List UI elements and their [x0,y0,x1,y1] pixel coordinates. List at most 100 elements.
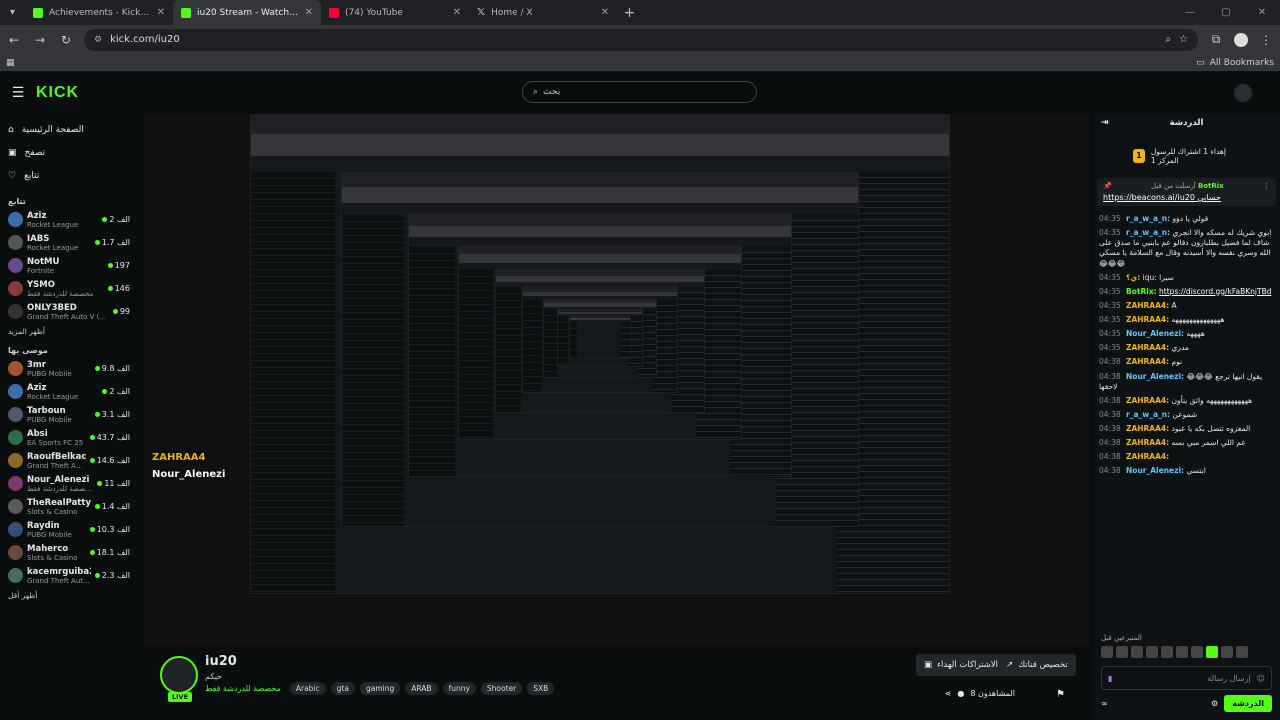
sidebar-channel[interactable]: Maherco Slots & Casino الف 18.1 [0,541,138,564]
close-icon[interactable]: ✕ [305,7,313,18]
emote-icon[interactable] [1146,646,1158,658]
sidebar-item-home[interactable]: ⌂ الصفحة الرئيسية [8,118,130,141]
sidebar-channel[interactable]: Aziz Rocket League الف 2 [0,380,138,403]
message-username[interactable]: r_a_w_a_n: [1126,410,1170,419]
tag[interactable]: Shooter [480,682,523,695]
back-icon[interactable]: ← [6,33,22,47]
tag[interactable]: gta [330,682,355,695]
infinity-icon[interactable]: ∞ [1101,699,1108,708]
message-username[interactable]: ZAHRAA4: [1126,452,1169,461]
minimize-icon[interactable]: — [1172,0,1208,25]
sidebar-channel[interactable]: kacemrguiba213 Grand Theft Auto ... الف … [0,564,138,587]
emote-icon[interactable] [1236,646,1248,658]
message-username[interactable]: ZAHRAA4: [1126,396,1169,405]
send-chat-button[interactable]: الدردشة [1224,695,1272,712]
sidebar-channel[interactable]: ONLY3BED Grand Theft Auto V (G... 99 [0,300,138,323]
hamburger-menu-icon[interactable]: ☰ [0,85,36,101]
maximize-icon[interactable]: ▢ [1208,0,1244,25]
zoom-icon[interactable]: ⌕ [1165,34,1171,45]
sidebar-channel[interactable]: RaoufBelkacemi Grand Theft Auto V الف 14… [0,449,138,472]
search-input[interactable]: ⌕ بحث [522,81,757,103]
show-less-link[interactable]: أظهر أقل [0,587,138,604]
sidebar-item-browse[interactable]: ▣ تصفح [8,141,130,164]
emote-icon[interactable] [1206,646,1218,658]
sidebar-channel[interactable]: Tarboun PUBG Mobile الف 3.1 [0,403,138,426]
emote-icon[interactable] [1161,646,1173,658]
show-more-link[interactable]: أظهر المزيد [0,323,138,340]
sidebar-channel[interactable]: YSMO مخصصة للدردشة فقط 146 [0,277,138,300]
bookmark-star-icon[interactable]: ☆ [1179,34,1188,45]
share-icon[interactable]: ⋖ [945,689,952,698]
message-username[interactable]: ZAHRAA4: [1126,357,1169,366]
emote-icon[interactable] [1101,646,1113,658]
emote-icon[interactable] [1221,646,1233,658]
pinned-link[interactable]: https://beacons.ai/iu20 [1103,193,1195,202]
message-username[interactable]: ZAHRAA4: [1126,301,1169,310]
tag[interactable]: gaming [359,682,401,695]
video-player[interactable]: ZAHRAA4 Nour_Alenezi [144,114,1090,646]
settings-gear-icon[interactable]: ⚙ [1211,699,1218,708]
tag[interactable]: SXB [527,682,555,695]
sidebar-channel[interactable]: 3mr PUBG Mobile الف 9.8 [0,357,138,380]
message-username[interactable]: Nour_Alenezi: [1126,372,1184,381]
reload-icon[interactable]: ↻ [58,33,74,47]
streamer-name[interactable]: iu20 [205,654,237,669]
browser-tab[interactable]: (74) YouTube ✕ [321,0,469,25]
sidebar-channel[interactable]: NotMU Fortnite 197 [0,254,138,277]
message-username[interactable]: ي؟: [1126,273,1140,282]
message-username[interactable]: ZAHRAA4: [1126,315,1169,324]
sidebar-channel[interactable]: Absi EA Sports FC 25 الف 43.7 [0,426,138,449]
emote-icon[interactable] [1176,646,1188,658]
message-username[interactable]: Nour_Alenezi: [1126,466,1184,475]
extensions-icon[interactable]: ⧉ [1208,32,1224,47]
emoji-icon[interactable]: ☺ [1257,674,1265,683]
kick-logo[interactable]: KICK [36,84,79,102]
close-icon[interactable]: ✕ [601,7,609,18]
browser-tab[interactable]: 𝕏 Home / X ✕ [469,0,617,25]
tag[interactable]: ARAB [405,682,438,695]
forward-icon[interactable]: → [32,33,48,47]
more-options-icon[interactable]: ⚑ [1056,689,1065,700]
message-link[interactable]: https://discord.gg/kFaBKnjTBd [1159,287,1271,296]
collapse-chat-icon[interactable]: ⇥ [1101,118,1109,128]
message-username[interactable]: ZAHRAA4: [1126,438,1169,447]
user-avatar[interactable] [1234,84,1252,102]
sidebar-channel[interactable]: IABS Rocket League الف 1.7 [0,231,138,254]
message-username[interactable]: BotRix: [1126,287,1157,296]
customize-channel-button[interactable]: ↗ تخصيص قناتك [998,654,1076,676]
sidebar-channel[interactable]: Aziz Rocket League الف 2 [0,208,138,231]
all-bookmarks-link[interactable]: All Bookmarks [1210,58,1274,68]
browser-tab[interactable]: Achievements - Kick Dashboard ✕ [25,0,173,25]
sidebar-channel[interactable]: Raydin PUBG Mobile الف 10.3 [0,518,138,541]
category-link[interactable]: مخصصة للدردشة فقط [205,684,281,693]
menu-kebab-icon[interactable]: ⋮ [1258,33,1274,47]
close-icon[interactable]: ✕ [157,7,165,18]
new-tab-button[interactable]: + [617,5,642,21]
emote-icon[interactable] [1116,646,1128,658]
sidebar-channel[interactable]: TheRealPatty Slots & Casino الف 1.4 [0,495,138,518]
emote-icon[interactable] [1191,646,1203,658]
gift-subs-button[interactable]: ▣ الاشتراكات الهداء [916,654,1007,676]
message-username[interactable]: r_a_w_a_n: [1126,228,1170,237]
message-username[interactable]: r_a_w_a_n: [1126,214,1170,223]
apps-grid-icon[interactable]: ▦ [6,58,15,68]
tag[interactable]: funny [442,682,476,695]
message-username[interactable]: ZAHRAA4: [1126,343,1169,352]
tag[interactable]: Arabic [289,682,326,695]
profile-icon[interactable] [1234,32,1248,47]
menu-kebab-icon[interactable]: ⋮ [1263,182,1270,190]
message-username[interactable]: Nour_Alenezi: [1126,329,1184,338]
sidebar-channel[interactable]: Nour_Alenezi مخصصة للدردشة فقط الف 11 [0,472,138,495]
browser-tab-active[interactable]: iu20 Stream - Watch Live on Kick ✕ [173,0,321,25]
pinned-username[interactable]: BotRix [1198,182,1224,190]
close-window-icon[interactable]: ✕ [1244,0,1280,25]
microphone-icon[interactable]: ▮ [1108,674,1112,683]
message-username[interactable]: ZAHRAA4: [1126,424,1169,433]
streamer-avatar[interactable] [160,656,198,694]
url-field[interactable]: ⚙ kick.com/iu20 ⌕ ☆ [84,28,1198,51]
emote-icon[interactable] [1131,646,1143,658]
close-icon[interactable]: ✕ [453,7,461,18]
tab-search-icon[interactable]: ▾ [0,0,25,25]
site-info-icon[interactable]: ⚙ [94,35,102,45]
chat-input[interactable]: ▮ إرسال رسالة ☺ [1101,666,1272,690]
